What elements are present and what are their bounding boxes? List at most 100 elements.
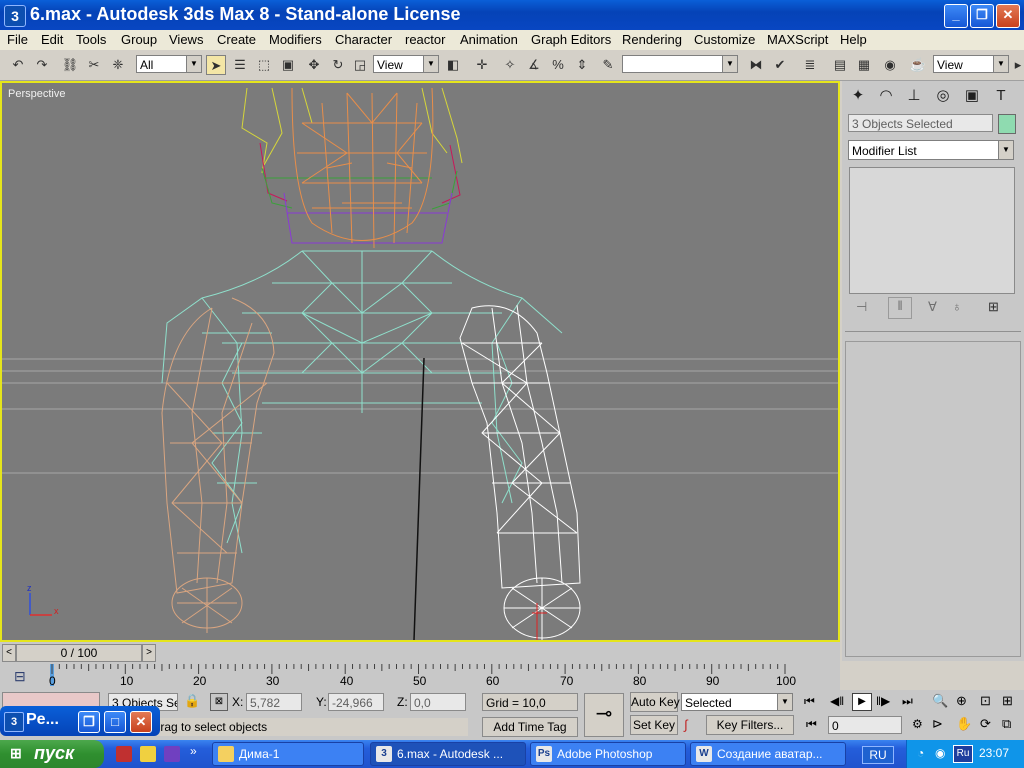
x-coordinate-field[interactable]: 5,782 — [246, 693, 302, 711]
add-time-tag-button[interactable]: Add Time Tag — [482, 717, 578, 737]
minimize-button[interactable]: _ — [944, 4, 968, 28]
redo-icon[interactable]: ↷ — [32, 55, 52, 75]
auto-key-button[interactable]: Auto Key — [630, 692, 680, 712]
time-slider-thumb[interactable]: 0 / 100 — [16, 644, 142, 662]
chevron-right-icon[interactable]: » — [190, 744, 197, 758]
show-end-result-icon[interactable]: ‖ — [888, 297, 912, 319]
configure-modifier-sets-icon[interactable]: ⊞ — [988, 299, 999, 315]
layer-manager-icon[interactable]: ≣ — [800, 55, 820, 75]
menu-edit[interactable]: Edit — [41, 32, 63, 47]
motion-tab-icon[interactable]: ◎ — [930, 84, 956, 108]
default-in-out-tangent-icon[interactable]: ∫ — [684, 717, 688, 732]
edit-named-selection-icon[interactable]: ✎ — [598, 55, 618, 75]
create-tab-icon[interactable]: ✦ — [845, 84, 871, 108]
next-frame-icon[interactable]: ‖▶ — [876, 694, 890, 708]
percent-snap-icon[interactable]: % — [548, 55, 568, 75]
maximize-viewport-icon[interactable]: ⧉ — [1002, 716, 1011, 732]
menu-tools[interactable]: Tools — [76, 32, 106, 47]
menu-animation[interactable]: Animation — [460, 32, 518, 47]
taskbar-item[interactable]: 3 6.max - Autodesk ... — [370, 742, 526, 766]
quick-launch-icon[interactable] — [164, 746, 180, 762]
named-selection-dropdown[interactable]: ▼ — [622, 55, 738, 73]
pin-stack-icon[interactable]: ⊣ — [856, 299, 867, 315]
taskbar-item[interactable]: W Создание аватар... — [690, 742, 846, 766]
menu-character[interactable]: Character — [335, 32, 392, 47]
time-configuration-icon[interactable]: ⚙ — [912, 717, 923, 731]
display-tab-icon[interactable]: ▣ — [959, 84, 985, 108]
z-coordinate-field[interactable]: 0,0 — [410, 693, 466, 711]
angle-snap-icon[interactable]: ∡ — [524, 55, 544, 75]
go-to-end-icon[interactable]: ⏭ — [902, 694, 913, 709]
menu-create[interactable]: Create — [217, 32, 256, 47]
quick-render-icon[interactable]: ▸ — [1012, 55, 1024, 75]
key-mode-dropdown[interactable]: Selected ▼ — [681, 693, 793, 711]
y-coordinate-field[interactable]: -24,966 — [328, 693, 384, 711]
modifier-list-dropdown[interactable]: Modifier List ▼ — [848, 140, 1014, 160]
pivot-center-icon[interactable]: ◧ — [443, 55, 463, 75]
modifier-stack-list[interactable] — [849, 167, 1015, 294]
object-color-swatch[interactable] — [998, 114, 1016, 134]
go-to-start-icon[interactable]: ⏮ — [804, 694, 815, 709]
window-crossing-icon[interactable]: ▣ — [278, 55, 298, 75]
zoom-all-icon[interactable]: ⊕ — [956, 693, 967, 709]
menu-views[interactable]: Views — [169, 32, 203, 47]
key-mode-toggle-icon[interactable]: ⏮ — [806, 717, 817, 732]
set-key-button[interactable]: Set Key — [630, 715, 678, 735]
zoom-extents-all-icon[interactable]: ⊞ — [1002, 693, 1013, 709]
reference-coordinate-dropdown[interactable]: View ▼ — [373, 55, 439, 73]
language-indicator[interactable]: RU — [862, 746, 894, 764]
restore-button[interactable]: ❐ — [78, 711, 100, 733]
taskbar-item[interactable]: Дима-1 — [212, 742, 364, 766]
menu-customize[interactable]: Customize — [694, 32, 755, 47]
start-button[interactable]: ⊞ пуск — [0, 740, 104, 768]
select-and-link-icon[interactable]: ⛓ — [60, 55, 80, 75]
menu-modifiers[interactable]: Modifiers — [269, 32, 322, 47]
select-and-scale-icon[interactable]: ◲ — [350, 55, 370, 75]
previous-frame-icon[interactable]: ◀‖ — [830, 694, 844, 708]
field-of-view-icon[interactable]: ⊳ — [932, 716, 943, 732]
track-bar[interactable]: ⊟ 0 10 20 30 40 50 60 70 80 90 100 — [0, 662, 840, 690]
menu-maxscript[interactable]: MAXScript — [767, 32, 828, 47]
menu-help[interactable]: Help — [840, 32, 867, 47]
volume-icon[interactable]: ◔ — [917, 746, 924, 760]
time-slider-next-button[interactable]: > — [142, 644, 156, 662]
curve-editor-icon[interactable]: ▤ — [830, 55, 850, 75]
selection-filter-dropdown[interactable]: All ▼ — [136, 55, 202, 73]
render-view-dropdown[interactable]: View ▼ — [933, 55, 1009, 73]
unlink-icon[interactable]: ✂ — [84, 55, 104, 75]
render-scene-icon[interactable]: ☕ — [908, 55, 928, 75]
lock-icon[interactable]: 🔒 — [184, 693, 200, 709]
remove-modifier-icon[interactable]: ♁ — [952, 299, 962, 314]
clock[interactable]: 23:07 — [979, 746, 1009, 760]
mirror-icon[interactable]: ⧓ — [746, 55, 766, 75]
keyboard-layout-icon[interactable]: Ru — [953, 745, 973, 763]
maximize-button[interactable]: ❐ — [970, 4, 994, 28]
select-and-move-icon[interactable]: ✥ — [304, 55, 324, 75]
manipulate-icon[interactable]: ✛ — [472, 55, 492, 75]
zoom-extents-icon[interactable]: ⊡ — [980, 693, 991, 709]
align-icon[interactable]: ✔ — [770, 55, 790, 75]
select-object-icon[interactable]: ➤ — [206, 55, 226, 75]
hierarchy-tab-icon[interactable]: ⊥ — [901, 84, 927, 108]
snap-toggle-icon[interactable]: ✧ — [500, 55, 520, 75]
open-mini-curve-editor-icon[interactable]: ⊟ — [14, 668, 26, 685]
material-editor-icon[interactable]: ◉ — [880, 55, 900, 75]
pan-icon[interactable]: ✋ — [956, 716, 972, 732]
spinner-snap-icon[interactable]: ⇕ — [572, 55, 592, 75]
menu-reactor[interactable]: reactor — [405, 32, 445, 47]
absolute-mode-icon[interactable]: ⊠ — [210, 693, 228, 711]
arc-rotate-icon[interactable]: ⟳ — [980, 716, 991, 732]
object-name-field[interactable]: 3 Objects Selected — [848, 114, 993, 132]
select-and-rotate-icon[interactable]: ↻ — [328, 55, 348, 75]
close-button[interactable]: ✕ — [996, 4, 1020, 28]
close-button[interactable]: ✕ — [130, 711, 152, 733]
undo-icon[interactable]: ↶ — [8, 55, 28, 75]
menu-group[interactable]: Group — [121, 32, 157, 47]
bind-space-warp-icon[interactable]: ❈ — [108, 55, 128, 75]
quick-launch-icon[interactable] — [140, 746, 156, 762]
floating-window[interactable]: 3 Pe... ❐ □ ✕ — [0, 706, 160, 736]
quick-launch-icon[interactable] — [116, 746, 132, 762]
select-by-name-icon[interactable]: ☰ — [230, 55, 250, 75]
rectangular-selection-icon[interactable]: ⬚ — [254, 55, 274, 75]
menu-rendering[interactable]: Rendering — [622, 32, 682, 47]
